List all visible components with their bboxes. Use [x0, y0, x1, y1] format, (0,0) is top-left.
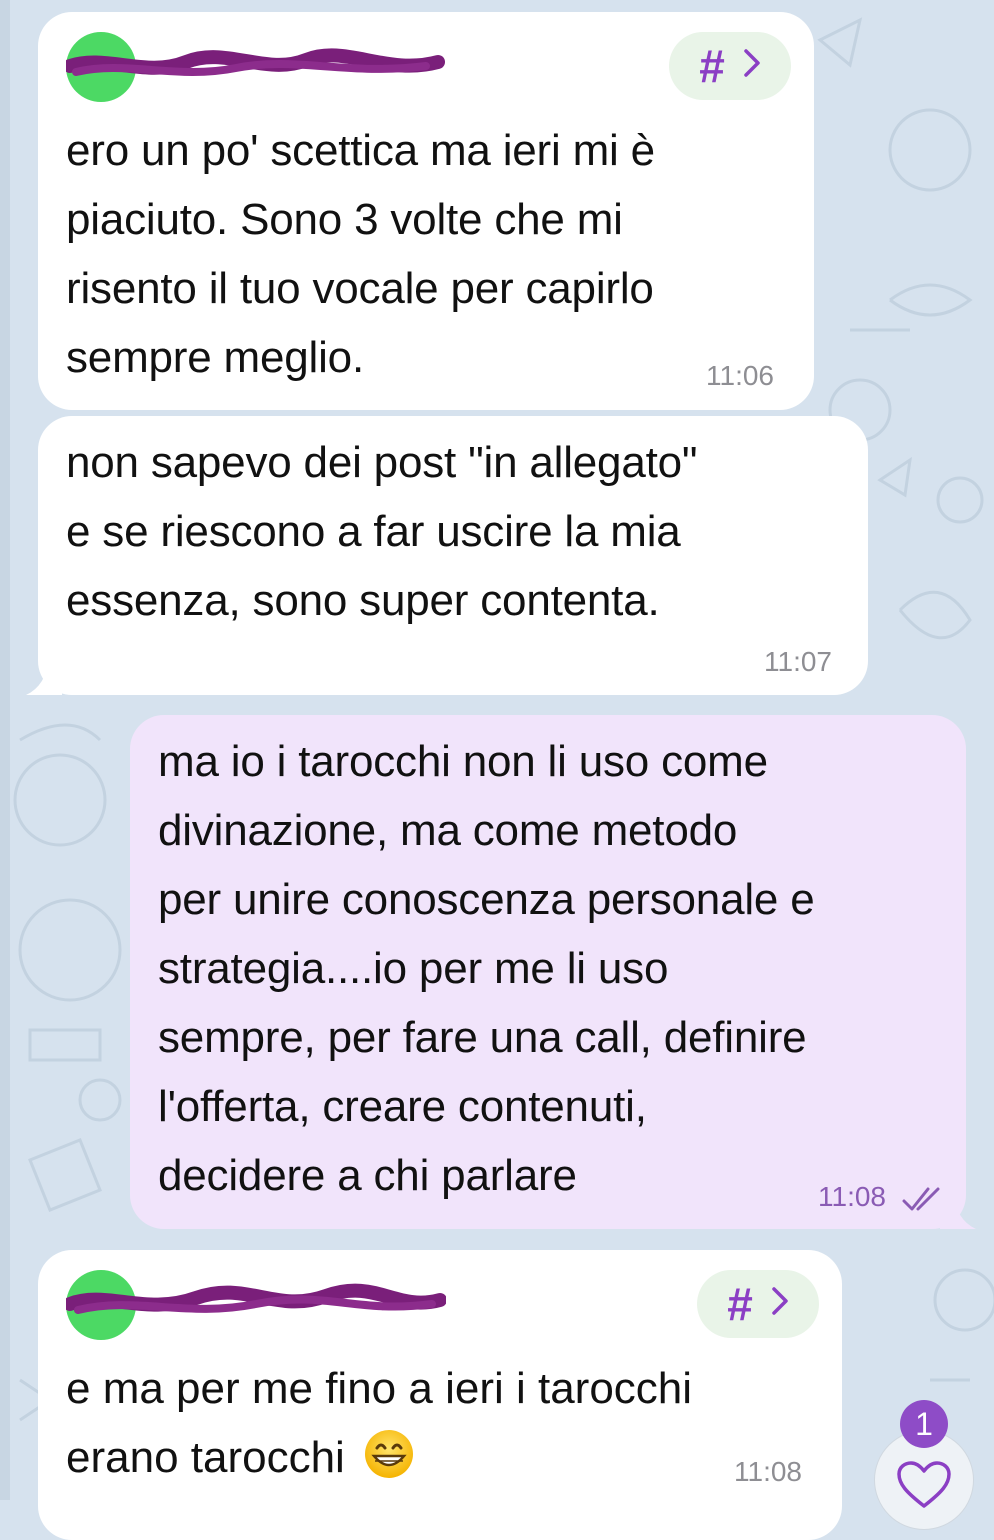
redacted-sender-name-scribble	[66, 1283, 446, 1314]
message-timestamp: 11:06	[706, 360, 774, 391]
message-bubble-incoming[interactable]: non sapevo dei post "in allegato" e se r…	[38, 416, 868, 695]
message-timestamp: 11:07	[764, 646, 832, 677]
sender-row	[66, 1270, 486, 1340]
heart-icon	[897, 1461, 951, 1508]
hashtag-button[interactable]: #	[669, 32, 791, 100]
message-timestamp: 11:08	[818, 1181, 886, 1212]
message-bubble-incoming[interactable]: # e ma per me fino a ieri i tarocchi era…	[38, 1250, 842, 1540]
message-text: non sapevo dei post "in allegato" e se r…	[66, 438, 698, 625]
message-text-wrap: e ma per me fino a ieri i tarocchi erano…	[66, 1354, 692, 1492]
message-bubble-incoming[interactable]: # ero un po' scettica ma ieri mi è piaci…	[38, 12, 814, 410]
hashtag-icon: #	[699, 40, 725, 92]
message-text: ero un po' scettica ma ieri mi è piaciut…	[66, 126, 655, 382]
sender-row	[66, 32, 486, 102]
chevron-right-icon	[743, 48, 761, 84]
message-bubble-outgoing[interactable]: ma io i tarocchi non li uso come divinaz…	[130, 715, 966, 1229]
redacted-sender-name-scribble	[66, 48, 445, 76]
left-edge-strip	[0, 0, 10, 1500]
grinning-face-emoji	[365, 1430, 414, 1478]
hashtag-button[interactable]: #	[697, 1270, 819, 1338]
message-text: ma io i tarocchi non li uso come divinaz…	[158, 737, 815, 1200]
message-timestamp: 11:08	[734, 1456, 802, 1487]
chevron-right-icon	[771, 1286, 789, 1322]
bubble-tail	[26, 656, 62, 695]
reaction-count-badge: 1	[900, 1400, 948, 1448]
hashtag-icon: #	[727, 1278, 753, 1330]
bubble-tail	[940, 1190, 976, 1229]
